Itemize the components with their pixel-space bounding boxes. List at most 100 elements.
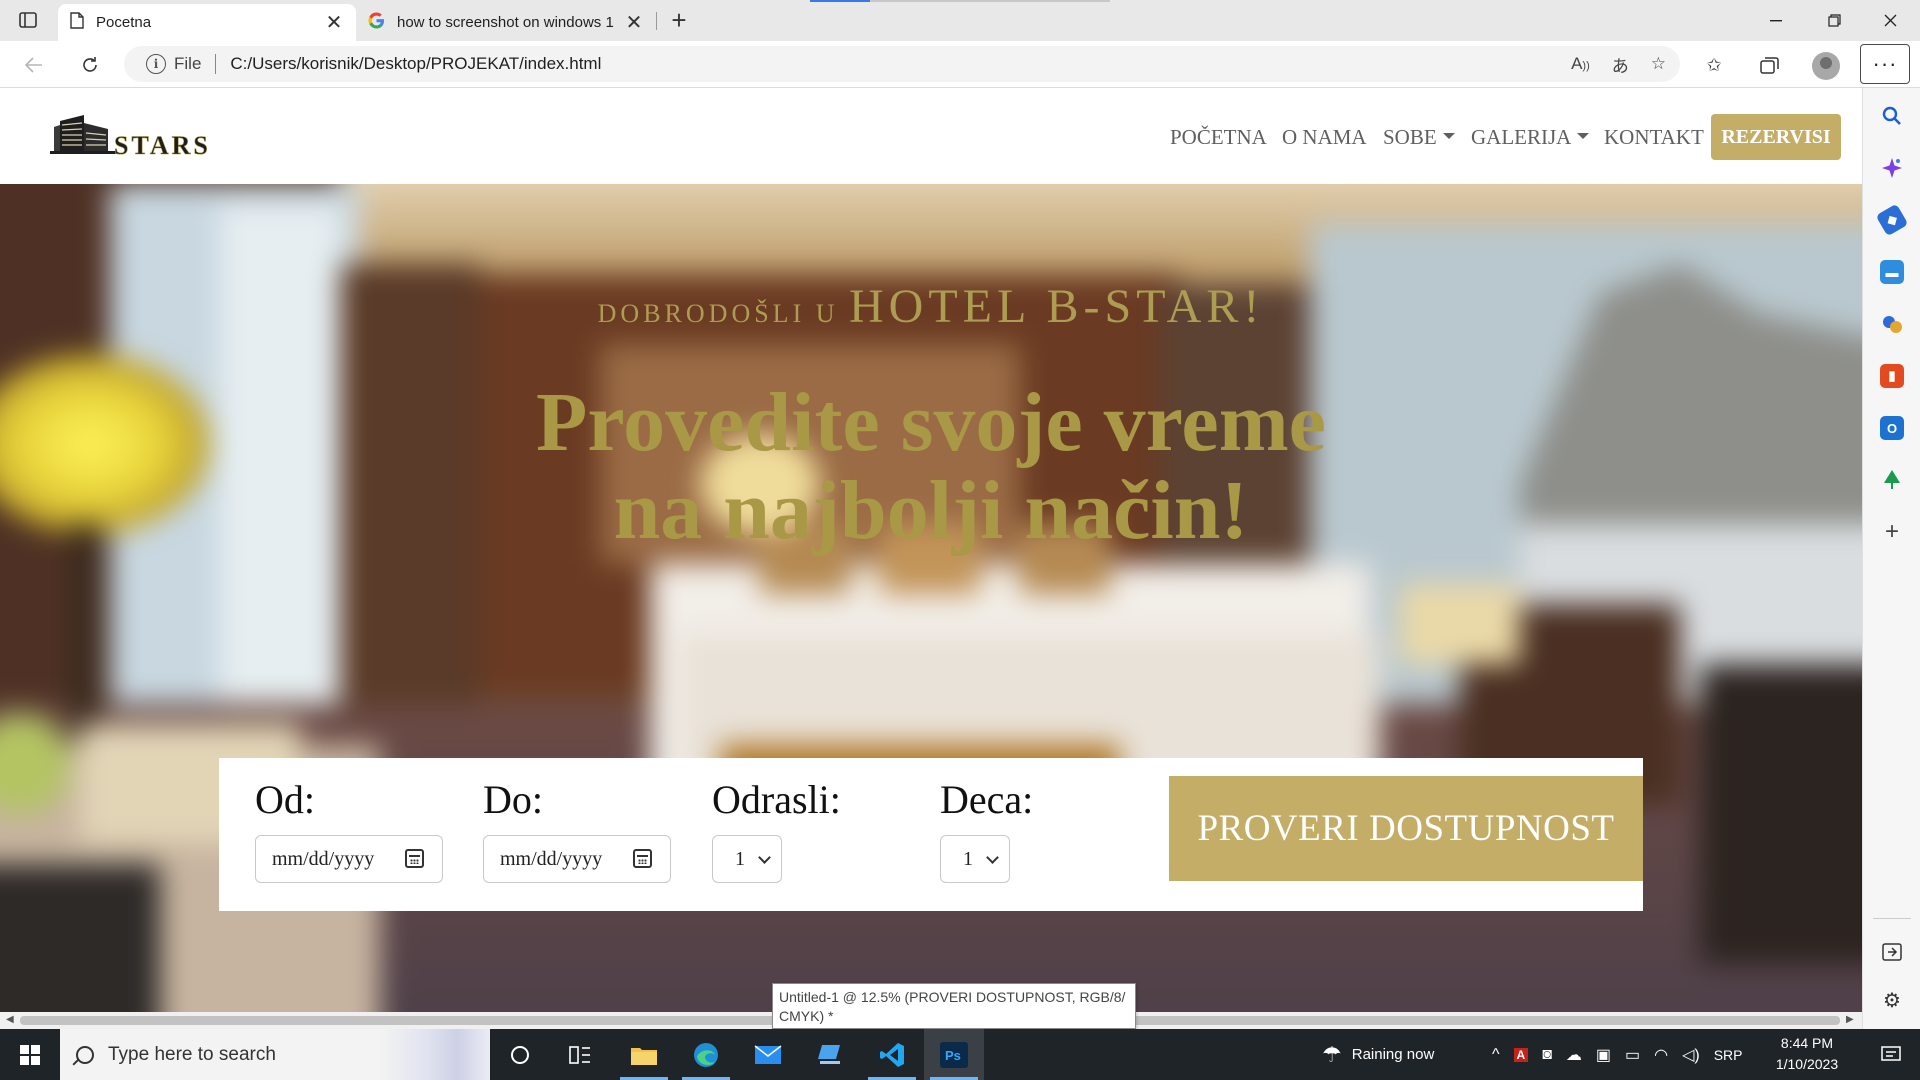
settings-gear-icon[interactable]: ⚙ <box>1880 988 1904 1012</box>
from-date-input[interactable]: mm/dd/yyyy <box>255 835 443 883</box>
reserve-button[interactable]: REZERVISI <box>1711 114 1841 160</box>
site-logo[interactable]: STARS <box>50 113 250 160</box>
adults-select[interactable]: 1 <box>712 835 782 883</box>
acrobat-icon[interactable]: A <box>1513 1047 1529 1062</box>
add-favorite-icon[interactable]: ☆ <box>1651 54 1666 74</box>
scheme-label: File <box>174 54 202 73</box>
search-placeholder: Type here to search <box>108 1043 276 1065</box>
tab-pocetna[interactable]: Pocetna ✕ <box>58 4 356 41</box>
chevron-down-icon <box>758 851 771 864</box>
task-view-icon[interactable] <box>550 1029 610 1080</box>
weather-text: Raining now <box>1351 1046 1435 1063</box>
edge-sidebar: ◆ ▬ ▮ O + ⚙ <box>1862 88 1920 1029</box>
tools-icon[interactable]: ▬ <box>1880 260 1904 284</box>
calendar-icon[interactable] <box>405 849 424 868</box>
scroll-right-icon[interactable]: ▶ <box>1846 1014 1854 1025</box>
search-icon[interactable] <box>1880 104 1904 128</box>
wifi-icon[interactable]: ◠ <box>1654 1045 1668 1065</box>
read-aloud-icon[interactable]: A)) <box>1571 54 1590 74</box>
remote-desktop-icon[interactable] <box>800 1029 860 1080</box>
drop-icon[interactable] <box>1880 468 1904 492</box>
welcome-heading: DOBRODOŠLI U HOTEL B-STAR! <box>0 279 1862 334</box>
windows-start-icon[interactable] <box>0 1029 60 1080</box>
kids-label: Deca: <box>940 777 1034 822</box>
check-availability-button[interactable]: PROVERI DOSTUPNOST <box>1169 776 1643 881</box>
headline-line-2: na najbolji način! <box>613 464 1249 557</box>
tab-title: Pocetna <box>96 14 152 31</box>
site-header: STARS POČETNA O NAMA SOBE GALERIJA KONTA… <box>0 89 1862 184</box>
outlook-icon[interactable]: O <box>1880 416 1904 440</box>
mail-icon[interactable] <box>738 1029 798 1080</box>
clock-date: 1/10/2023 <box>1775 1056 1839 1072</box>
nav-sobe[interactable]: SOBE <box>1383 125 1455 150</box>
nav-pocetna[interactable]: POČETNA <box>1170 125 1267 150</box>
add-icon[interactable]: + <box>1880 518 1904 545</box>
kids-value: 1 <box>963 847 973 870</box>
close-tab-icon[interactable]: ✕ <box>624 10 644 35</box>
vscode-icon[interactable] <box>862 1029 922 1080</box>
adults-label: Odrasli: <box>712 777 841 822</box>
tab-google-search[interactable]: how to screenshot on windows 1 ✕ <box>356 4 656 41</box>
translate-icon[interactable]: あ <box>1612 52 1629 77</box>
clock-time: 8:44 PM <box>1780 1035 1834 1051</box>
file-explorer-icon[interactable] <box>614 1029 674 1080</box>
office-icon[interactable]: ▮ <box>1880 364 1904 388</box>
hide-sidebar-icon[interactable] <box>1880 940 1904 964</box>
scroll-left-icon[interactable]: ◀ <box>6 1014 14 1025</box>
tab-loading-bar <box>810 0 1110 2</box>
more-options-icon[interactable]: ··· <box>1860 44 1910 84</box>
back-arrow-icon[interactable] <box>18 49 50 81</box>
notifications-icon[interactable] <box>1862 1029 1920 1080</box>
date-placeholder: mm/dd/yyyy <box>272 847 375 870</box>
onedrive-icon[interactable]: ☁ <box>1566 1045 1582 1065</box>
url-separator <box>215 54 217 74</box>
search-icon <box>76 1045 94 1064</box>
nav-galerija[interactable]: GALERIJA <box>1471 125 1590 150</box>
games-icon[interactable] <box>1880 312 1904 336</box>
headline-line-1: Provedite svoje vreme <box>536 376 1326 469</box>
kids-select[interactable]: 1 <box>940 835 1010 883</box>
device-icon[interactable]: ▣ <box>1596 1045 1611 1065</box>
tab-title: how to screenshot on windows 1 <box>397 14 614 31</box>
restore-icon[interactable] <box>1806 0 1862 41</box>
nav-kontakt[interactable]: KONTAKT <box>1604 125 1704 150</box>
adults-value: 1 <box>735 847 745 870</box>
photoshop-icon[interactable]: Ps <box>924 1029 984 1080</box>
clock[interactable]: 8:44 PM 1/10/2023 <box>1762 1033 1852 1075</box>
profile-avatar[interactable] <box>1812 52 1840 80</box>
language-indicator[interactable]: SRP <box>1714 1047 1743 1063</box>
google-icon <box>368 12 385 33</box>
info-icon[interactable]: i <box>146 54 166 74</box>
favorites-icon[interactable]: ✩ <box>1698 49 1730 81</box>
new-tab-icon[interactable]: + <box>664 6 694 36</box>
chevron-up-icon[interactable]: ^ <box>1492 1046 1500 1064</box>
url-text[interactable]: C:/Users/korisnik/Desktop/PROJEKAT/index… <box>230 54 601 74</box>
camera-icon[interactable]: ◙ <box>1542 1046 1552 1064</box>
collections-icon[interactable] <box>1753 49 1785 81</box>
tab-actions-icon[interactable] <box>14 8 42 32</box>
speaker-icon[interactable]: ◁) <box>1682 1045 1700 1065</box>
calendar-icon[interactable] <box>633 849 652 868</box>
close-window-icon[interactable] <box>1862 0 1918 41</box>
refresh-icon[interactable] <box>74 49 106 81</box>
weather-widget[interactable]: ☂ Raining now <box>1322 1029 1434 1080</box>
taskbar-search-input[interactable]: Type here to search <box>60 1029 490 1080</box>
chevron-down-icon <box>986 851 999 864</box>
page-viewport: STARS POČETNA O NAMA SOBE GALERIJA KONTA… <box>0 89 1862 1012</box>
discover-icon[interactable] <box>1880 156 1904 180</box>
minimize-icon[interactable] <box>1748 0 1804 41</box>
caret-down-icon <box>1577 133 1590 140</box>
address-bar[interactable]: i File C:/Users/korisnik/Desktop/PROJEKA… <box>124 46 1680 82</box>
close-tab-icon[interactable]: ✕ <box>324 10 344 35</box>
shopping-icon[interactable]: ◆ <box>1875 203 1909 237</box>
caret-down-icon <box>1442 133 1455 140</box>
cortana-icon[interactable] <box>490 1029 550 1080</box>
hotel-name: HOTEL B-STAR! <box>849 280 1265 333</box>
hotel-building-icon <box>50 115 116 154</box>
edge-browser-icon[interactable] <box>676 1029 736 1080</box>
tab-separator <box>656 12 657 30</box>
battery-icon[interactable]: ▭ <box>1625 1045 1640 1065</box>
nav-o-nama[interactable]: O NAMA <box>1282 125 1367 150</box>
page-icon <box>70 12 84 33</box>
to-date-input[interactable]: mm/dd/yyyy <box>483 835 671 883</box>
